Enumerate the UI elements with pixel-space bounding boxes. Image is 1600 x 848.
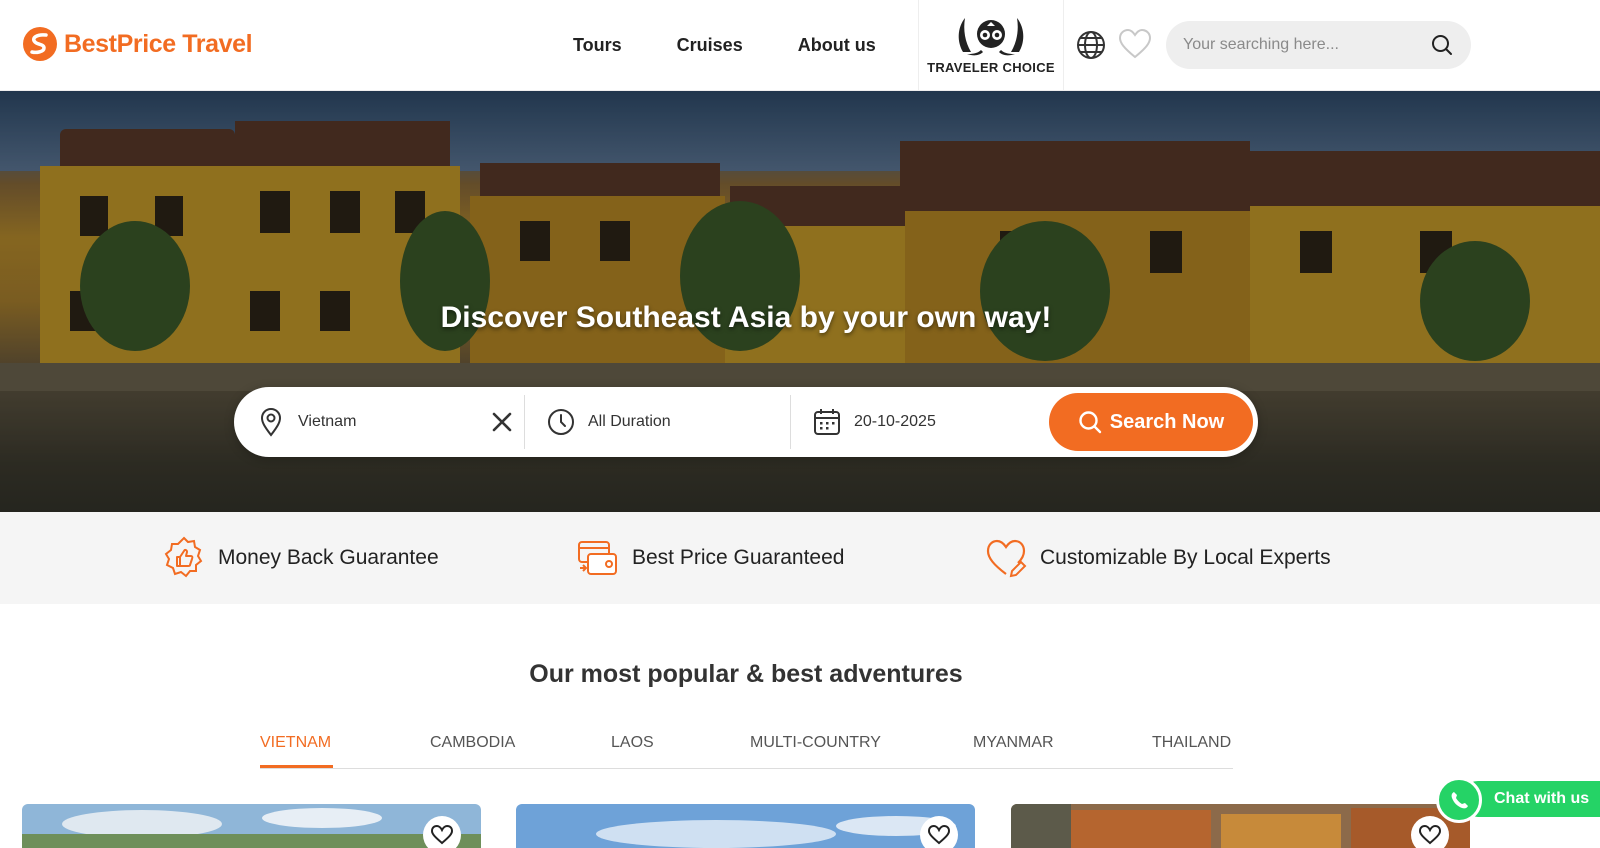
guarantee-customizable-label: Customizable By Local Experts (1040, 546, 1331, 569)
tab-vietnam[interactable]: VIETNAM (260, 734, 331, 752)
tour-card[interactable] (516, 804, 975, 848)
tab-thailand[interactable]: THAILAND (1152, 734, 1231, 752)
country-tabs: VIETNAM CAMBODIA LAOS MULTI-COUNTRY MYAN… (260, 730, 1233, 769)
traveler-choice-award[interactable]: TRAVELER CHOICE (918, 0, 1064, 91)
language-globe-icon[interactable] (1075, 29, 1107, 61)
search-divider (790, 395, 791, 449)
search-divider (524, 395, 525, 449)
site-header: BestPrice Travel Tours Cruises About us … (0, 0, 1600, 91)
section-title: Our most popular & best adventures (529, 660, 963, 688)
date-field[interactable]: 20-10-2025 (812, 387, 936, 457)
tab-myanmar[interactable]: MYANMAR (973, 734, 1054, 752)
tab-multi-country[interactable]: MULTI-COUNTRY (750, 734, 881, 752)
tripadvisor-laurel-icon (958, 18, 1024, 56)
hero-title: Discover Southeast Asia by your own way! (440, 301, 1052, 334)
calendar-icon (814, 409, 840, 435)
heart-pen-icon (986, 539, 1027, 578)
search-input[interactable] (1183, 36, 1423, 54)
active-tab-indicator (260, 765, 333, 768)
main-nav: Tours Cruises About us (573, 0, 931, 91)
guarantee-money-back: Money Back Guarantee (162, 536, 439, 580)
header-search (1166, 21, 1471, 69)
duration-value: All Duration (588, 413, 671, 430)
tour-card[interactable] (1011, 804, 1470, 848)
guarantee-best-price-label: Best Price Guaranteed (632, 546, 845, 569)
tour-card-image (1011, 804, 1470, 848)
search-now-label: Search Now (1109, 410, 1225, 433)
logo-mark-icon (23, 27, 57, 61)
clear-destination-icon[interactable] (490, 410, 514, 434)
destination-field[interactable]: Vietnam (256, 387, 356, 457)
duration-field[interactable]: All Duration (546, 387, 671, 457)
tab-laos[interactable]: LAOS (611, 734, 654, 752)
tour-card-wishlist-icon[interactable] (423, 816, 461, 848)
search-now-button[interactable]: Search Now (1049, 393, 1253, 451)
wishlist-heart-icon[interactable] (1118, 28, 1152, 60)
search-icon (1079, 411, 1101, 434)
guarantee-customizable: Customizable By Local Experts (984, 536, 1331, 580)
guarantee-strip: Money Back Guarantee Best Price Guarante… (0, 512, 1600, 604)
thumbs-up-badge-icon (164, 536, 203, 578)
whatsapp-chat-button[interactable]: Chat with us (1436, 777, 1600, 823)
tour-card-image (22, 804, 481, 848)
chat-label: Chat with us (1494, 790, 1590, 807)
tour-card-image (516, 804, 975, 848)
whatsapp-icon (1436, 777, 1482, 823)
nav-about-us[interactable]: About us (798, 35, 876, 56)
date-value: 20-10-2025 (854, 413, 936, 430)
award-label: TRAVELER CHOICE (927, 60, 1055, 75)
guarantee-money-back-label: Money Back Guarantee (218, 546, 439, 569)
nav-tours[interactable]: Tours (573, 35, 622, 56)
brand-name: BestPrice Travel (64, 29, 253, 58)
nav-cruises[interactable]: Cruises (677, 35, 743, 56)
location-pin-icon (260, 407, 282, 437)
tour-card-wishlist-icon[interactable] (920, 816, 958, 848)
guarantee-best-price: Best Price Guaranteed (576, 536, 844, 580)
brand-logo[interactable]: BestPrice Travel (22, 26, 253, 62)
search-icon[interactable] (1431, 34, 1453, 56)
card-exchange-icon (578, 541, 617, 575)
destination-value: Vietnam (298, 413, 357, 430)
tour-search-bar: Vietnam All Duration 20-10-2025 Search N… (234, 387, 1258, 457)
tour-card[interactable] (22, 804, 481, 848)
tab-cambodia[interactable]: CAMBODIA (430, 734, 515, 752)
clock-icon (548, 409, 574, 435)
